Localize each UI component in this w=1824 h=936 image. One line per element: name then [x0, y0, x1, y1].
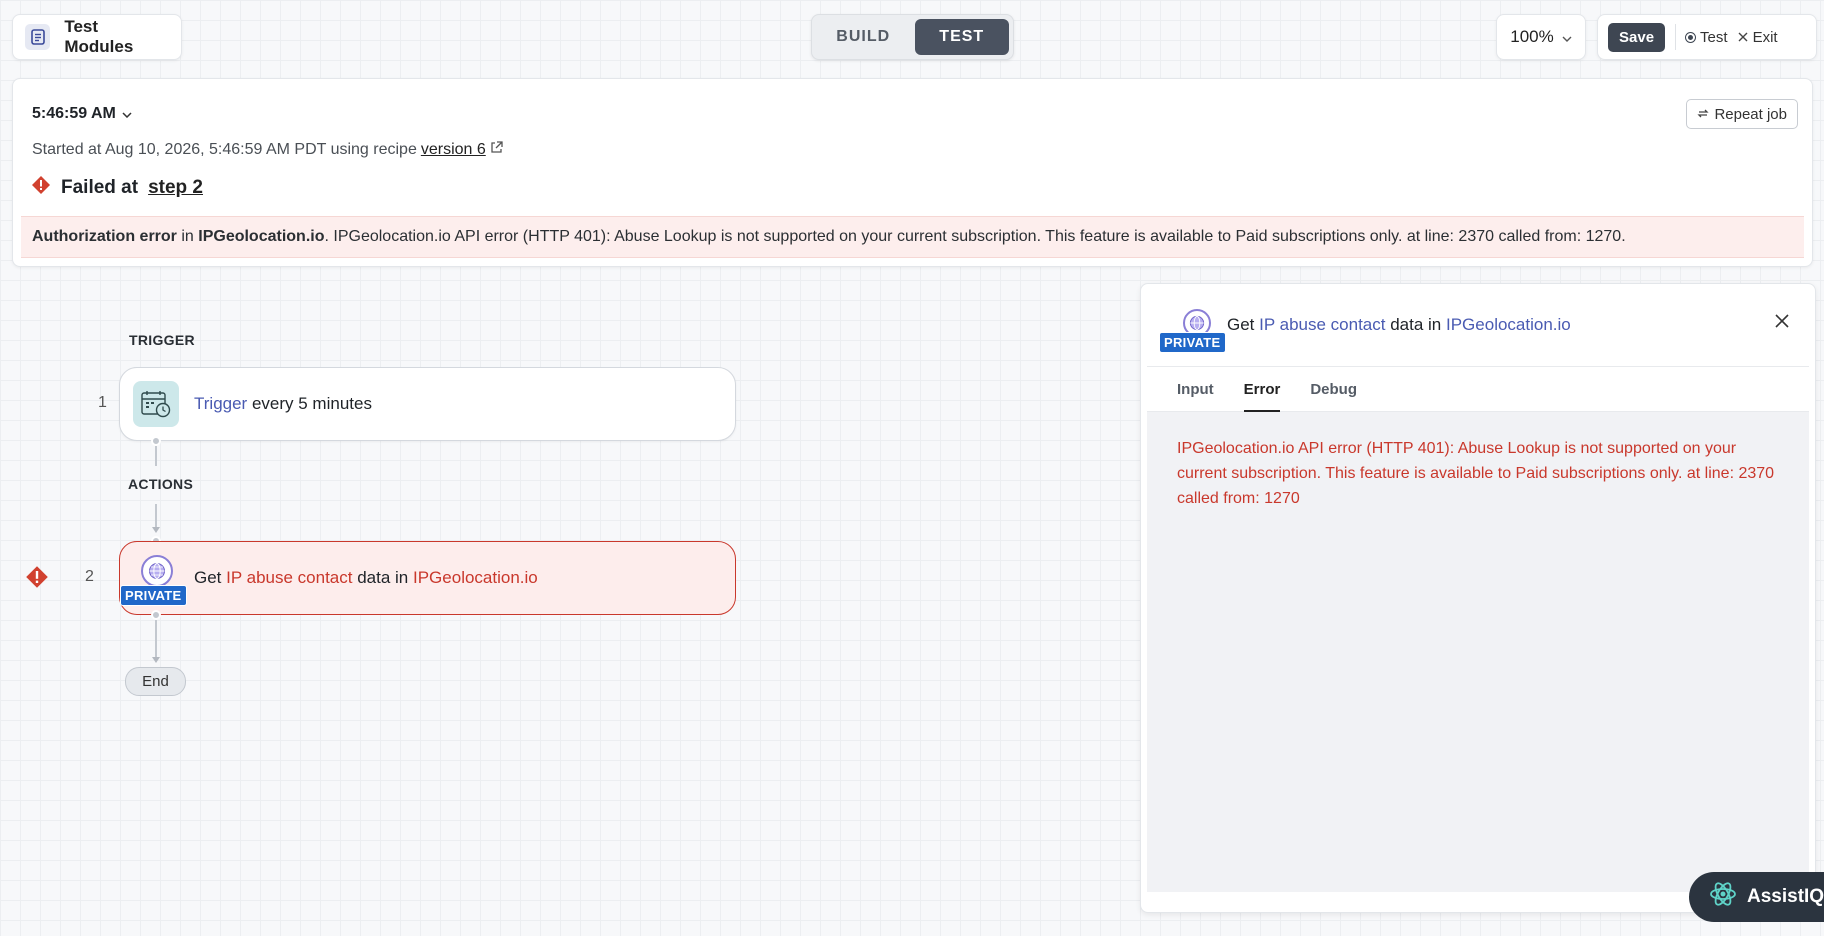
save-button[interactable]: Save [1608, 22, 1666, 52]
repeat-icon [1697, 106, 1710, 123]
private-badge: PRIVATE [120, 585, 187, 606]
error-type: Authorization error [32, 228, 177, 245]
external-link-icon[interactable] [490, 141, 503, 159]
failed-at-text: Failed at [61, 177, 139, 198]
error-message: . IPGeolocation.io API error (HTTP 401):… [324, 228, 1626, 245]
trigger-description: every 5 minutes [251, 394, 372, 413]
job-time-select[interactable]: 5:46:59 AM [32, 105, 132, 123]
end-node: End [125, 667, 186, 696]
tab-debug[interactable]: Debug [1310, 367, 1357, 411]
repeat-job-button[interactable]: Repeat job [1686, 99, 1798, 129]
tab-input[interactable]: Input [1177, 367, 1214, 411]
repeat-job-label: Repeat job [1714, 105, 1787, 123]
job-started-info: Started at Aug 10, 2026, 5:46:59 AM PDT … [32, 141, 503, 159]
step-number: 2 [85, 568, 94, 585]
tab-error[interactable]: Error [1243, 367, 1280, 412]
connector-dot [151, 610, 161, 620]
connector-line [155, 446, 157, 466]
recipe-title-card: Test Modules [12, 14, 182, 60]
step-2-action[interactable]: PRIVATE Get IP abuse contact data in IPG… [119, 541, 736, 615]
atom-icon [1709, 880, 1737, 914]
step-detail-panel: PRIVATE Get IP abuse contact data in IPG… [1140, 283, 1816, 913]
error-banner: Authorization error in IPGeolocation.io.… [21, 216, 1804, 258]
recipe-actions: Save Test Exit [1597, 14, 1817, 60]
detail-get-word: Get [1227, 315, 1255, 334]
step-1-trigger[interactable]: Trigger every 5 minutes [119, 367, 736, 441]
connector-line [155, 620, 157, 658]
error-line: IPGeolocation.io API error (HTTP 401): A… [1177, 440, 1775, 482]
record-icon [1686, 32, 1696, 42]
error-icon [31, 175, 51, 201]
connector-dot [151, 436, 161, 446]
close-icon [1738, 29, 1748, 46]
app-link[interactable]: IPGeolocation.io [413, 568, 538, 588]
error-app: IPGeolocation.io [198, 228, 325, 245]
build-mode-button[interactable]: BUILD [816, 19, 911, 55]
mode-switch: BUILD TEST [811, 14, 1014, 60]
document-icon [25, 24, 51, 50]
step-mid-text: data in [357, 568, 409, 587]
globe-icon [141, 555, 173, 587]
trigger-link[interactable]: Trigger [194, 394, 247, 414]
close-icon[interactable] [1775, 314, 1789, 333]
step-number: 1 [98, 394, 107, 411]
test-mode-button[interactable]: TEST [914, 19, 1009, 55]
zoom-value: 100% [1510, 27, 1554, 46]
test-button-label: Test [1700, 28, 1728, 46]
step-get-word: Get [194, 568, 222, 587]
job-summary-panel: 5:46:59 AM Started at Aug 10, 2026, 5:46… [12, 78, 1813, 267]
exit-button-label: Exit [1752, 28, 1778, 46]
job-time: 5:46:59 AM [32, 105, 116, 122]
chevron-down-icon [1562, 27, 1572, 47]
detail-header: Get IP abuse contact data in IPGeolocati… [1141, 284, 1815, 366]
error-in-word: in [181, 228, 194, 245]
divider [1675, 24, 1677, 50]
test-button[interactable]: Test [1686, 29, 1728, 46]
arrow-down-icon [152, 657, 160, 663]
chevron-down-icon [122, 105, 132, 123]
job-failed-status: Failed at step 2 [31, 175, 203, 201]
detail-mid-text: data in [1390, 315, 1442, 334]
actions-section-label: ACTIONS [128, 476, 194, 492]
job-started-text: Started at Aug 10, 2026, 5:46:59 AM PDT … [32, 141, 417, 158]
connector-line [155, 504, 157, 528]
detail-tabs: Input Error Debug [1147, 366, 1809, 412]
trigger-section-label: TRIGGER [129, 332, 195, 348]
calendar-clock-icon [133, 381, 179, 427]
zoom-select[interactable]: 100% [1496, 14, 1586, 60]
action-link[interactable]: IP abuse contact [226, 568, 352, 588]
step-error-icon [25, 565, 49, 594]
recipe-version-link[interactable]: version 6 [421, 141, 486, 159]
assistiq-button[interactable]: AssistIQ [1689, 872, 1824, 922]
recipe-title: Test Modules [64, 17, 134, 56]
failed-step-link[interactable]: step 2 [148, 177, 203, 199]
arrow-down-icon [152, 527, 160, 533]
detail-app-link[interactable]: IPGeolocation.io [1446, 315, 1571, 335]
assistiq-label: AssistIQ [1747, 886, 1824, 907]
error-line: called from: 1270 [1177, 490, 1300, 507]
detail-action-link[interactable]: IP abuse contact [1259, 315, 1385, 335]
exit-button[interactable]: Exit [1738, 29, 1778, 46]
error-details: IPGeolocation.io API error (HTTP 401): A… [1147, 412, 1809, 892]
